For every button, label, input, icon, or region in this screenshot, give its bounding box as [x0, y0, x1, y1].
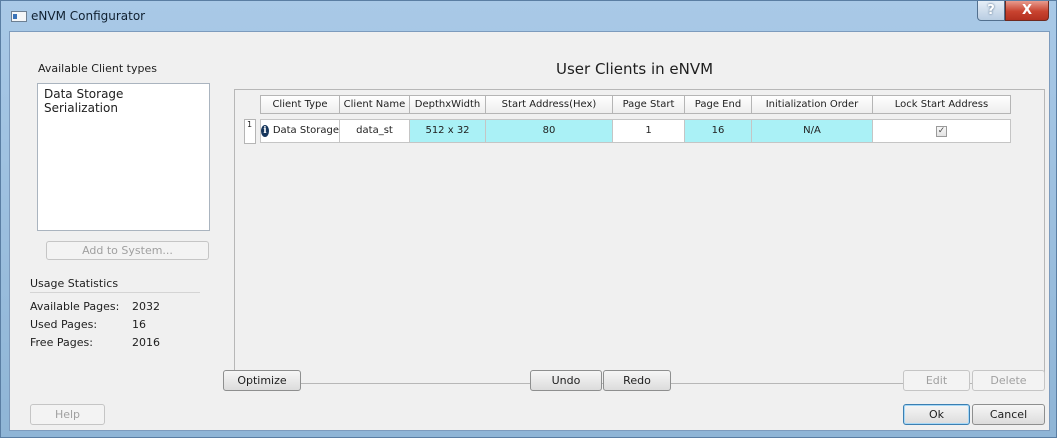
envm-configurator-window: eNVM Configurator ? X Available Client t… [0, 0, 1057, 438]
column-header-client-name[interactable]: Client Name [340, 95, 410, 114]
cancel-button[interactable]: Cancel [972, 404, 1045, 425]
lock-start-address-checkbox[interactable]: ✓ [936, 126, 947, 137]
app-icon [11, 11, 27, 22]
available-pages-value: 2032 [132, 300, 160, 313]
column-header-depthxwidth[interactable]: DepthxWidth [410, 95, 486, 114]
usage-divider [30, 292, 200, 293]
undo-button[interactable]: Undo [530, 370, 602, 391]
help-button[interactable]: Help [30, 404, 105, 425]
table-row[interactable]: i Data Storage data_st 512 x 32 80 1 16 … [260, 119, 1011, 143]
window-title: eNVM Configurator [31, 9, 146, 23]
column-header-initialization-order[interactable]: Initialization Order [752, 95, 873, 114]
client-type-value: Data Storage [272, 125, 339, 136]
available-client-types-label: Available Client types [38, 62, 157, 75]
info-icon: i [261, 125, 269, 137]
delete-button[interactable]: Delete [972, 370, 1045, 391]
column-header-page-start[interactable]: Page Start [613, 95, 685, 114]
add-to-system-button[interactable]: Add to System... [46, 241, 209, 260]
column-header-lock-start-address[interactable]: Lock Start Address [873, 95, 1011, 114]
clients-table[interactable]: Client Type Client Name DepthxWidth Star… [234, 89, 1045, 384]
free-pages-value: 2016 [132, 336, 160, 349]
ok-button[interactable]: Ok [903, 404, 970, 425]
cell-depth-width[interactable]: 512 x 32 [410, 119, 486, 143]
cell-client-name[interactable]: data_st [340, 119, 410, 143]
used-pages-value: 16 [132, 318, 146, 331]
cell-start-address[interactable]: 80 [486, 119, 613, 143]
redo-button[interactable]: Redo [603, 370, 671, 391]
client-type-item-serialization[interactable]: Serialization [38, 101, 209, 115]
cell-page-end[interactable]: 16 [685, 119, 752, 143]
cell-client-type[interactable]: i Data Storage [260, 119, 340, 143]
optimize-button[interactable]: Optimize [223, 370, 301, 391]
used-pages-label: Used Pages: [30, 318, 98, 331]
table-header: Client Type Client Name DepthxWidth Star… [260, 95, 1011, 114]
client-type-item-data-storage[interactable]: Data Storage [38, 87, 209, 101]
column-header-page-end[interactable]: Page End [685, 95, 752, 114]
cell-page-start[interactable]: 1 [613, 119, 685, 143]
help-title-button[interactable]: ? [977, 1, 1005, 21]
page-title: User Clients in eNVM [556, 60, 714, 78]
cell-lock-start-address[interactable]: ✓ [873, 119, 1011, 143]
usage-statistics-label: Usage Statistics [30, 277, 119, 290]
cell-initialization-order[interactable]: N/A [752, 119, 873, 143]
title-bar[interactable]: eNVM Configurator ? X [1, 1, 1056, 31]
column-header-start-address[interactable]: Start Address(Hex) [486, 95, 613, 114]
column-header-client-type[interactable]: Client Type [260, 95, 340, 114]
close-window-button[interactable]: X [1005, 1, 1049, 21]
client-types-list[interactable]: Data Storage Serialization [37, 83, 210, 231]
free-pages-label: Free Pages: [30, 336, 93, 349]
edit-button[interactable]: Edit [903, 370, 970, 391]
row-number[interactable]: 1 [244, 119, 256, 144]
available-pages-label: Available Pages: [30, 300, 120, 313]
dialog-body: Available Client types Data Storage Seri… [9, 31, 1050, 431]
